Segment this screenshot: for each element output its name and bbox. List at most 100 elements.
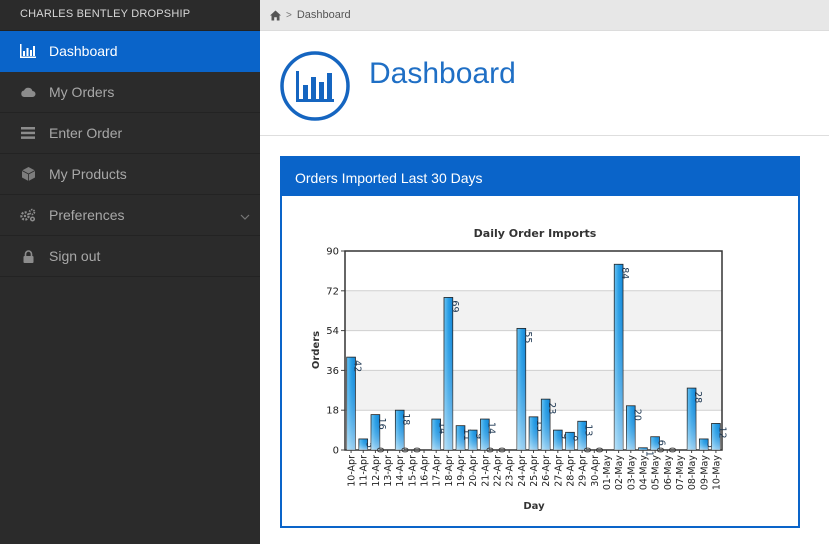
chart-x-tick-label: 10-Apr (347, 455, 358, 487)
sidebar-item-dashboard[interactable]: Dashboard (0, 31, 260, 72)
chart-x-tick-label: 19-Apr (456, 455, 467, 487)
chart-x-tick-label: 28-Apr (565, 455, 576, 487)
chart-x-tick-label: 03-May (626, 455, 637, 491)
chart-data-label: 0 (595, 447, 606, 453)
chart-data-label: 69 (449, 300, 460, 312)
chart-y-tick-label: 72 (326, 286, 339, 297)
sidebar-item-my-orders[interactable]: My Orders (0, 72, 260, 113)
cube-icon (20, 166, 36, 182)
chart-data-label: 18 (400, 413, 411, 425)
chart-data-label: 55 (522, 331, 533, 343)
sidebar-item-enter-order[interactable]: Enter Order (0, 113, 260, 154)
chart-x-tick-label: 11-Apr (359, 455, 370, 487)
chart-y-tick-label: 90 (326, 247, 339, 258)
sidebar-item-my-products[interactable]: My Products (0, 154, 260, 195)
chart-grid-band (345, 290, 722, 331)
chart-container: Daily Order Imports Orders Day 0 18 36 54 72… (282, 196, 798, 526)
chart-y-tick-label: 18 (326, 406, 339, 417)
sidebar-item-preferences[interactable]: Preferences (0, 195, 260, 236)
chart-x-tick-label: 27-Apr (553, 455, 564, 487)
sidebar: CHARLES BENTLEY DROPSHIP Dashboard My Or… (0, 0, 260, 544)
orders-bar-chart: Daily Order Imports Orders Day 0 18 36 54 72… (311, 227, 727, 512)
page-header: Dashboard (260, 31, 829, 136)
chart-bar-shade (638, 447, 648, 450)
page-title: Dashboard (369, 57, 516, 90)
breadcrumb-current: Dashboard (296, 9, 351, 21)
chart-data-label: 0 (498, 447, 509, 453)
chart-bar-shade (614, 264, 624, 450)
chart-data-label: 0 (656, 447, 667, 453)
dashboard-logo-icon (280, 51, 350, 121)
orders-panel: Orders Imported Last 30 Days Daily Order… (280, 156, 800, 528)
chart-x-tick-label: 07-May (675, 455, 686, 491)
chart-data-label: 23 (546, 402, 557, 414)
chart-x-tick-label: 10-May (711, 455, 722, 491)
sidebar-item-sign-out[interactable]: Sign out (0, 236, 260, 277)
chart-bar-shade (516, 328, 526, 450)
chart-plot-area: 018365472904210-Apr511-Apr1612-Apr013-Ap… (326, 247, 727, 491)
chart-data-label: 0 (486, 447, 497, 453)
breadcrumb: > Dashboard (260, 0, 829, 31)
chart-data-label: 12 (716, 426, 727, 438)
chart-data-label: 6 (656, 440, 667, 446)
chart-x-tick-label: 26-Apr (541, 455, 552, 487)
chart-x-tick-label: 08-May (687, 455, 698, 491)
chart-x-tick-label: 17-Apr (432, 455, 443, 487)
chart-data-label: 0 (668, 447, 679, 453)
chart-y-tick-label: 36 (326, 366, 339, 377)
chart-data-label: 0 (413, 447, 424, 453)
chart-x-axis-label: Day (523, 501, 545, 512)
chart-x-tick-label: 29-Apr (578, 455, 589, 487)
chart-grid-band (345, 370, 722, 411)
chart-x-tick-label: 02-May (614, 455, 625, 491)
chart-data-label: 20 (631, 409, 642, 421)
chart-y-axis-label: Orders (311, 331, 322, 369)
chart-x-tick-label: 23-Apr (505, 455, 516, 487)
chart-title: Daily Order Imports (474, 227, 597, 240)
sidebar-item-label: My Products (49, 166, 127, 182)
chart-data-label: 0 (376, 447, 387, 453)
chart-y-tick-label: 54 (326, 326, 339, 337)
chart-x-tick-label: 22-Apr (493, 455, 504, 487)
chart-data-label: 14 (485, 422, 496, 434)
list-icon (20, 125, 36, 141)
chart-data-label: 16 (376, 418, 387, 430)
lock-icon (20, 248, 36, 264)
chart-data-label: 84 (619, 267, 630, 279)
chart-x-tick-label: 01-May (602, 455, 613, 491)
chart-x-tick-label: 25-Apr (529, 455, 540, 487)
sidebar-item-label: Dashboard (49, 43, 118, 59)
home-icon[interactable] (270, 10, 281, 21)
brand-title: CHARLES BENTLEY DROPSHIP (0, 0, 260, 31)
chart-x-tick-label: 13-Apr (383, 455, 394, 487)
chart-y-tick-label: 0 (333, 446, 339, 457)
chart-x-tick-label: 04-May (638, 455, 649, 491)
chart-data-label: 42 (352, 360, 363, 372)
chevron-down-icon[interactable] (240, 209, 250, 220)
chart-data-label: 0 (400, 447, 411, 453)
chart-data-label: 28 (692, 391, 703, 403)
chart-x-tick-label: 09-May (699, 455, 710, 491)
sidebar-item-label: Preferences (49, 207, 125, 223)
chart-x-tick-label: 18-Apr (444, 455, 455, 487)
chart-x-tick-label: 20-Apr (468, 455, 479, 487)
sidebar-item-label: Enter Order (49, 125, 123, 141)
chart-x-tick-label: 06-May (663, 455, 674, 491)
chart-data-label: 13 (583, 424, 594, 436)
chart-x-tick-label: 14-Apr (395, 455, 406, 487)
chevron-right-icon: > (286, 9, 292, 21)
chart-data-label: 0 (583, 447, 594, 453)
cogs-icon (20, 207, 36, 223)
panel-title: Orders Imported Last 30 Days (282, 158, 798, 196)
chart-x-tick-label: 24-Apr (517, 455, 528, 487)
chart-x-tick-label: 21-Apr (480, 455, 491, 487)
chart-x-tick-label: 16-Apr (420, 455, 431, 487)
chart-x-tick-label: 15-Apr (407, 455, 418, 487)
sidebar-item-label: My Orders (49, 84, 115, 100)
chart-x-tick-label: 12-Apr (371, 455, 382, 487)
cloud-icon (20, 84, 36, 100)
bar-chart-icon (20, 43, 36, 59)
sidebar-item-label: Sign out (49, 248, 101, 264)
chart-x-tick-label: 05-May (651, 455, 662, 491)
chart-bar-shade (443, 297, 453, 450)
